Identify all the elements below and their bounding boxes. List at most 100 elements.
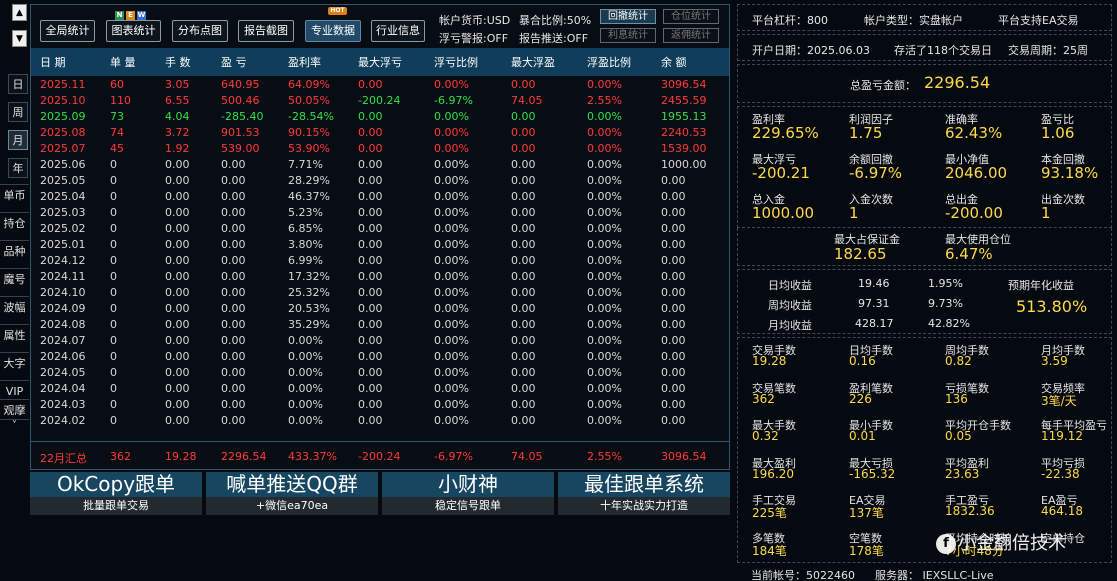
table-row[interactable]: 2025.11 60 3.05 640.95 64.09% 0.00 0.00% 0.00 0.… bbox=[31, 76, 729, 92]
table-cell: 0 bbox=[110, 253, 117, 267]
table-cell: 0 bbox=[110, 285, 117, 299]
table-row[interactable]: 2024.07 0 0.00 0.00 0.00% 0.00 0.00% 0.00 0.00% 0… bbox=[31, 332, 729, 348]
period-week-tab[interactable]: 周 bbox=[8, 102, 28, 122]
interest-stats-button[interactable]: 利息统计 bbox=[600, 28, 656, 43]
report-push[interactable]: 报告推送:OFF bbox=[519, 30, 588, 46]
table-row[interactable]: 2025.03 0 0.00 0.00 5.23% 0.00 0.00% 0.00 0.00% 0… bbox=[31, 204, 729, 220]
side-volatility[interactable]: 波幅 bbox=[0, 296, 29, 318]
distribution-chart-button[interactable]: 分布点图 bbox=[172, 20, 228, 42]
col-max-float-profit[interactable]: 最大浮盈 bbox=[502, 48, 578, 76]
chart-stats-button[interactable]: 图表统计 bbox=[106, 20, 161, 42]
table-row[interactable]: 2024.02 0 0.00 0.00 0.00% 0.00 0.00% 0.00 0.00% 0… bbox=[31, 412, 729, 428]
stats-panel: 全局统计 图表统计 N E W 分布点图 报告截图 专业数据 HOT 行业信息 … bbox=[30, 4, 730, 470]
col-pnl[interactable]: 盈 亏 bbox=[212, 48, 279, 76]
table-row[interactable]: 2025.04 0 0.00 0.00 46.37% 0.00 0.00% 0.00 0.00%… bbox=[31, 188, 729, 204]
average-returns-section: 日均收益 19.46 1.95% 周均收益 97.31 9.73% 月均收益 4… bbox=[737, 269, 1112, 334]
table-cell: 0.00 bbox=[165, 157, 190, 171]
table-cell: 0.00% bbox=[587, 189, 622, 203]
pro-data-button[interactable]: 专业数据 bbox=[305, 20, 361, 42]
banner-qq-group[interactable]: 喊单推送QQ群 bbox=[206, 472, 378, 497]
total-pnl-label: 总盈亏金额： bbox=[850, 79, 916, 92]
table-row[interactable]: 2025.05 0 0.00 0.00 28.29% 0.00 0.00% 0.00 0.00%… bbox=[31, 172, 729, 188]
table-cell: 53.90% bbox=[288, 141, 330, 155]
side-expand-chevron-icon[interactable]: ˅ bbox=[0, 419, 29, 433]
table-cell: 0.00 bbox=[661, 205, 686, 219]
side-symbols[interactable]: 品种 bbox=[0, 240, 29, 262]
stat-value: -200.21 bbox=[752, 164, 810, 182]
banner-best-copy[interactable]: 最佳跟单系统 bbox=[558, 472, 730, 497]
weekly-avg-amount: 97.31 bbox=[858, 297, 890, 310]
position-stats-button[interactable]: 仓位统计 bbox=[663, 9, 719, 24]
table-cell: 0.00 bbox=[661, 413, 686, 427]
col-profit-rate[interactable]: 盈利率 bbox=[279, 48, 349, 76]
table-cell: 2024.03 bbox=[40, 397, 86, 411]
table-row[interactable]: 2024.12 0 0.00 0.00 6.99% 0.00 0.00% 0.00 0.00% 0… bbox=[31, 252, 729, 268]
table-row[interactable]: 2024.04 0 0.00 0.00 0.00% 0.00 0.00% 0.00 0.00% 0… bbox=[31, 380, 729, 396]
table-row[interactable]: 2025.08 74 3.72 901.53 90.15% 0.00 0.00% 0.00 0.… bbox=[31, 124, 729, 140]
table-cell: 0.00 bbox=[221, 205, 246, 219]
table-cell: 0.00% bbox=[587, 413, 622, 427]
table-row[interactable]: 2025.07 45 1.92 539.00 53.90% 0.00 0.00% 0.00 0.… bbox=[31, 140, 729, 156]
period-month-tab[interactable]: 月 bbox=[8, 130, 28, 150]
side-attributes[interactable]: 属性 bbox=[0, 324, 29, 346]
banner-qq-group-sub[interactable]: +微信ea70ea bbox=[206, 497, 378, 515]
summary-float-loss-ratio: -6.97% bbox=[434, 450, 473, 463]
col-balance[interactable]: 余 额 bbox=[652, 48, 729, 76]
table-row[interactable]: 2024.08 0 0.00 0.00 35.29% 0.00 0.00% 0.00 0.00%… bbox=[31, 316, 729, 332]
table-cell: 2024.08 bbox=[40, 317, 86, 331]
col-max-float-loss[interactable]: 最大浮亏 bbox=[349, 48, 425, 76]
scroll-up-button[interactable]: ▲ bbox=[12, 4, 27, 21]
table-cell: 2025.03 bbox=[40, 205, 86, 219]
stat-value: 137笔 bbox=[849, 506, 884, 520]
col-date[interactable]: 日 期 bbox=[31, 48, 101, 76]
banner-okcopy[interactable]: OkCopy跟单 bbox=[30, 472, 202, 497]
table-row[interactable]: 2025.01 0 0.00 0.00 3.80% 0.00 0.00% 0.00 0.00% 0… bbox=[31, 236, 729, 252]
side-large-font[interactable]: 大字 bbox=[0, 352, 29, 374]
table-row[interactable]: 2024.11 0 0.00 0.00 17.32% 0.00 0.00% 0.00 0.00%… bbox=[31, 268, 729, 284]
col-orders[interactable]: 单 量 bbox=[101, 48, 156, 76]
float-loss-alert[interactable]: 浮亏警报:OFF bbox=[439, 30, 508, 46]
banner-okcopy-sub[interactable]: 批量跟单交易 bbox=[30, 497, 202, 515]
table-row[interactable]: 2024.05 0 0.00 0.00 0.00% 0.00 0.00% 0.00 0.00% 0… bbox=[31, 364, 729, 380]
table-row[interactable]: 2024.10 0 0.00 0.00 25.32% 0.00 0.00% 0.00 0.00%… bbox=[31, 284, 729, 300]
side-observe[interactable]: 观摩 bbox=[0, 399, 29, 421]
table-row[interactable]: 2024.06 0 0.00 0.00 0.00% 0.00 0.00% 0.00 0.00% 0… bbox=[31, 348, 729, 364]
table-cell: 2025.07 bbox=[40, 141, 86, 155]
report-screenshot-button[interactable]: 报告截图 bbox=[238, 20, 294, 42]
table-cell: 0.00 bbox=[511, 397, 536, 411]
stat-value: 178笔 bbox=[849, 543, 884, 558]
table-row[interactable]: 2025.10 110 6.55 500.46 50.05% -200.24 -6.97% 7… bbox=[31, 92, 729, 108]
col-float-loss-ratio[interactable]: 浮亏比例 bbox=[425, 48, 502, 76]
table-cell: 46.37% bbox=[288, 189, 330, 203]
drawdown-stats-button[interactable]: 回撤统计 bbox=[600, 9, 656, 24]
col-float-profit-ratio[interactable]: 浮盈比例 bbox=[578, 48, 652, 76]
industry-info-button[interactable]: 行业信息 bbox=[371, 20, 425, 42]
account-summary-panel: 平台杠杆：800 帐户类型：实盘帐户 平台支持EA交易 开户日期：2025.06… bbox=[737, 4, 1112, 581]
table-cell: 0.00% bbox=[434, 301, 469, 315]
table-row[interactable]: 2024.09 0 0.00 0.00 20.53% 0.00 0.00% 0.00 0.00%… bbox=[31, 300, 729, 316]
period-year-tab[interactable]: 年 bbox=[8, 158, 28, 178]
table-cell: 0.00 bbox=[165, 205, 190, 219]
stat-value: 1000.00 bbox=[752, 204, 815, 222]
table-row[interactable]: 2025.09 73 4.04 -285.40 -28.54% 0.00 0.00% 0.00… bbox=[31, 108, 729, 124]
side-magic-number[interactable]: 魔号 bbox=[0, 268, 29, 290]
col-lots[interactable]: 手 数 bbox=[156, 48, 212, 76]
scroll-down-button[interactable]: ▼ bbox=[12, 30, 27, 47]
table-cell: 0.00 bbox=[221, 253, 246, 267]
table-row[interactable]: 2024.03 0 0.00 0.00 0.00% 0.00 0.00% 0.00 0.00% 0… bbox=[31, 396, 729, 412]
banner-best-copy-sub[interactable]: 十年实战实力打造 bbox=[558, 497, 730, 515]
side-positions[interactable]: 持仓 bbox=[0, 212, 29, 234]
new-badge-n: N bbox=[115, 11, 124, 20]
banner-xiaocaishen[interactable]: 小财神 bbox=[382, 472, 554, 497]
table-row[interactable]: 2025.06 0 0.00 0.00 7.71% 0.00 0.00% 0.00 0.00% 1… bbox=[31, 156, 729, 172]
table-cell: 0.00% bbox=[587, 365, 622, 379]
table-row[interactable]: 2025.02 0 0.00 0.00 6.85% 0.00 0.00% 0.00 0.00% 0… bbox=[31, 220, 729, 236]
side-single-currency[interactable]: 单币 bbox=[0, 184, 29, 206]
period-day-tab[interactable]: 日 bbox=[8, 74, 28, 94]
rebate-stats-button[interactable]: 返佣统计 bbox=[663, 28, 719, 43]
global-stats-button[interactable]: 全局统计 bbox=[40, 20, 95, 42]
banner-xiaocaishen-sub[interactable]: 稳定信号跟单 bbox=[382, 497, 554, 515]
table-cell: 0.00 bbox=[221, 173, 246, 187]
table-cell: 2024.07 bbox=[40, 333, 86, 347]
table-cell: 73 bbox=[110, 109, 124, 123]
